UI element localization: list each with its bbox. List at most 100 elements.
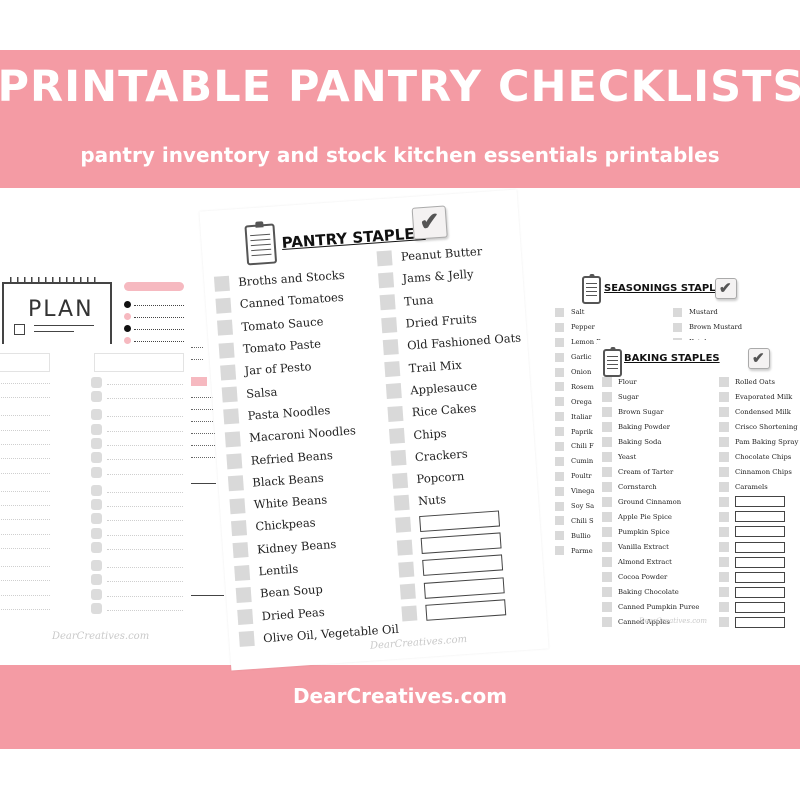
checkbox[interactable] bbox=[237, 609, 254, 626]
checkbox[interactable] bbox=[226, 453, 243, 470]
checkbox[interactable] bbox=[229, 497, 246, 514]
checkbox[interactable] bbox=[392, 472, 409, 489]
checkbox[interactable] bbox=[385, 383, 402, 400]
checkbox[interactable] bbox=[388, 427, 405, 444]
checkbox[interactable] bbox=[719, 617, 729, 628]
checkbox[interactable] bbox=[719, 391, 729, 402]
checkbox[interactable] bbox=[602, 587, 612, 598]
checkbox[interactable] bbox=[224, 431, 241, 448]
checkbox[interactable] bbox=[399, 583, 416, 600]
checkbox[interactable] bbox=[719, 602, 729, 613]
checkbox[interactable] bbox=[602, 557, 612, 568]
checkbox[interactable] bbox=[602, 436, 612, 447]
write-in-field[interactable] bbox=[420, 532, 502, 554]
checkbox[interactable] bbox=[719, 421, 729, 432]
checkbox[interactable] bbox=[379, 294, 396, 311]
checkbox[interactable] bbox=[602, 542, 612, 553]
checkbox[interactable] bbox=[719, 511, 729, 522]
checkbox[interactable] bbox=[555, 367, 564, 377]
checkbox[interactable] bbox=[719, 572, 729, 583]
checkbox[interactable] bbox=[555, 337, 564, 347]
checkbox[interactable] bbox=[220, 364, 237, 381]
checkbox[interactable] bbox=[602, 376, 612, 387]
checkbox[interactable] bbox=[555, 397, 564, 407]
checkbox[interactable] bbox=[387, 405, 404, 422]
checkbox[interactable] bbox=[213, 275, 230, 292]
checkbox[interactable] bbox=[555, 471, 564, 481]
checkbox[interactable] bbox=[393, 494, 410, 511]
checkbox[interactable] bbox=[235, 586, 252, 603]
checkbox[interactable] bbox=[602, 526, 612, 537]
checkbox[interactable] bbox=[719, 406, 729, 417]
write-in-field[interactable] bbox=[735, 586, 785, 598]
write-in-field[interactable] bbox=[422, 554, 504, 577]
write-in-field[interactable] bbox=[419, 510, 501, 532]
checkbox[interactable] bbox=[555, 307, 564, 317]
checkbox[interactable] bbox=[382, 338, 399, 355]
checkbox[interactable] bbox=[555, 516, 564, 526]
write-in-field[interactable] bbox=[735, 556, 785, 568]
checkbox[interactable] bbox=[396, 539, 413, 556]
write-in-field[interactable] bbox=[735, 526, 785, 538]
write-in-field[interactable] bbox=[735, 571, 785, 583]
checkbox[interactable] bbox=[555, 486, 564, 496]
checkbox[interactable] bbox=[555, 322, 564, 332]
checkbox[interactable] bbox=[602, 496, 612, 507]
checkbox[interactable] bbox=[719, 451, 729, 462]
checkbox[interactable] bbox=[217, 319, 234, 336]
checkbox[interactable] bbox=[602, 421, 612, 432]
write-in-field[interactable] bbox=[425, 599, 507, 621]
checkbox[interactable] bbox=[555, 441, 564, 451]
checkbox[interactable] bbox=[555, 352, 564, 362]
checkbox[interactable] bbox=[378, 272, 395, 289]
checkbox[interactable] bbox=[398, 561, 415, 578]
checkbox[interactable] bbox=[395, 516, 412, 533]
write-in-field[interactable] bbox=[735, 496, 785, 508]
checkbox[interactable] bbox=[555, 456, 564, 466]
checkbox[interactable] bbox=[602, 481, 612, 492]
checkbox[interactable] bbox=[555, 546, 564, 556]
checkbox[interactable] bbox=[602, 617, 612, 628]
checkbox[interactable] bbox=[227, 475, 244, 492]
checkbox[interactable] bbox=[719, 466, 729, 477]
checkbox[interactable] bbox=[673, 307, 682, 317]
checkbox[interactable] bbox=[232, 542, 249, 559]
checkbox[interactable] bbox=[602, 572, 612, 583]
checkbox[interactable] bbox=[223, 408, 240, 425]
checkbox[interactable] bbox=[719, 542, 729, 553]
checkbox[interactable] bbox=[602, 511, 612, 522]
checkbox[interactable] bbox=[602, 602, 612, 613]
checkbox[interactable] bbox=[234, 564, 251, 581]
checkbox[interactable] bbox=[215, 297, 232, 314]
checkbox[interactable] bbox=[555, 427, 564, 437]
checkbox[interactable] bbox=[238, 631, 255, 648]
checkbox[interactable] bbox=[401, 605, 418, 622]
checkbox[interactable] bbox=[555, 412, 564, 422]
checkbox[interactable] bbox=[381, 316, 398, 333]
site-link[interactable]: DearCreatives.com bbox=[0, 684, 800, 708]
write-in-field[interactable] bbox=[423, 576, 505, 599]
checkbox[interactable] bbox=[719, 496, 729, 507]
checkbox[interactable] bbox=[719, 557, 729, 568]
checkbox[interactable] bbox=[719, 376, 729, 387]
checkbox[interactable] bbox=[602, 451, 612, 462]
write-in-field[interactable] bbox=[735, 511, 785, 523]
checkbox[interactable] bbox=[719, 436, 729, 447]
checkbox[interactable] bbox=[555, 501, 564, 511]
write-in-field[interactable] bbox=[735, 616, 785, 628]
checkbox[interactable] bbox=[390, 450, 407, 467]
write-in-field[interactable] bbox=[735, 541, 785, 553]
checkbox[interactable] bbox=[719, 481, 729, 492]
checkbox[interactable] bbox=[719, 526, 729, 537]
checkbox[interactable] bbox=[221, 386, 238, 403]
checkbox[interactable] bbox=[384, 361, 401, 378]
checkbox[interactable] bbox=[376, 249, 393, 266]
checkbox[interactable] bbox=[602, 406, 612, 417]
checkbox[interactable] bbox=[555, 382, 564, 392]
checkbox[interactable] bbox=[602, 466, 612, 477]
checkbox[interactable] bbox=[602, 391, 612, 402]
checkbox[interactable] bbox=[218, 342, 235, 359]
checkbox[interactable] bbox=[231, 520, 248, 537]
write-in-field[interactable] bbox=[735, 601, 785, 613]
checkbox[interactable] bbox=[673, 322, 682, 332]
